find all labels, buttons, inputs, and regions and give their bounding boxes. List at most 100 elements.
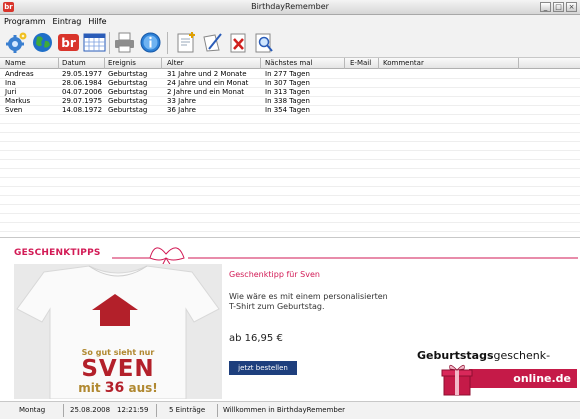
cell-datum: 29.07.1975 bbox=[62, 97, 103, 105]
list-gridline bbox=[0, 213, 580, 214]
gift-price: ab 16,95 € bbox=[229, 333, 283, 344]
new-entry-icon[interactable] bbox=[175, 31, 198, 54]
list-gridline bbox=[0, 204, 580, 205]
cell-ereignis: Geburtstag bbox=[108, 79, 148, 87]
list-gridline bbox=[0, 114, 580, 115]
list-gridline bbox=[0, 168, 580, 169]
column-header-kommentar[interactable]: Kommentar bbox=[383, 59, 424, 67]
menu-programm[interactable]: Programm bbox=[0, 15, 49, 28]
cell-alter: 2 Jahre und ein Monat bbox=[167, 88, 244, 96]
list-gridline bbox=[0, 222, 580, 223]
table-row[interactable]: Sven 14.08.1972 Geburtstag 36 Jahre In 3… bbox=[0, 106, 580, 114]
list-gridline bbox=[0, 177, 580, 178]
cell-naechstes-mal: In 338 Tagen bbox=[265, 97, 310, 105]
table-row[interactable]: Ina 28.06.1984 Geburtstag 24 Jahre und e… bbox=[0, 79, 580, 87]
status-bar: Montag 25.08.2008 12:21:59 5 Einträge Wi… bbox=[0, 401, 580, 419]
column-header-datum[interactable]: Datum bbox=[62, 59, 86, 67]
cell-alter: 24 Jahre und ein Monat bbox=[167, 79, 249, 87]
cell-name: Sven bbox=[5, 106, 23, 114]
edit-entry-icon[interactable] bbox=[201, 31, 224, 54]
gift-box-icon bbox=[441, 364, 473, 396]
search-icon[interactable] bbox=[253, 31, 276, 54]
cell-datum: 28.06.1984 bbox=[62, 79, 103, 87]
column-header-naechstes-mal[interactable]: Nächstes mal bbox=[265, 59, 312, 67]
cell-ereignis: Geburtstag bbox=[108, 106, 148, 114]
list-gridline bbox=[0, 96, 580, 97]
shirt-print-mit: mit bbox=[78, 381, 101, 395]
cell-datum: 04.07.2006 bbox=[62, 88, 103, 96]
cell-naechstes-mal: In 307 Tagen bbox=[265, 79, 310, 87]
cell-name: Markus bbox=[5, 97, 31, 105]
close-button[interactable]: × bbox=[566, 2, 577, 12]
status-day: Montag bbox=[19, 406, 46, 414]
window-title: BirthdayRemember bbox=[251, 2, 329, 11]
calendar-icon[interactable] bbox=[83, 31, 106, 54]
info-icon[interactable] bbox=[139, 31, 162, 54]
table-row[interactable]: Juri 04.07.2006 Geburtstag 2 Jahre und e… bbox=[0, 88, 580, 96]
list-gridline bbox=[0, 150, 580, 151]
table-row[interactable]: Andreas 29.05.1977 Geburtstag 31 Jahre u… bbox=[0, 70, 580, 78]
window-controls: _ □ × bbox=[540, 2, 577, 12]
list-gridline bbox=[0, 141, 580, 142]
cell-naechstes-mal: In 313 Tagen bbox=[265, 88, 310, 96]
maximize-button[interactable]: □ bbox=[553, 2, 564, 12]
menu-hilfe[interactable]: Hilfe bbox=[84, 15, 109, 28]
shirt-print-aus: aus! bbox=[128, 381, 158, 395]
list-gridline bbox=[0, 123, 580, 124]
cell-datum: 29.05.1977 bbox=[62, 70, 103, 78]
cell-ereignis: Geburtstag bbox=[108, 88, 148, 96]
cell-name: Juri bbox=[5, 88, 17, 96]
column-header-alter[interactable]: Alter bbox=[167, 59, 184, 67]
cell-naechstes-mal: In 354 Tagen bbox=[265, 106, 310, 114]
gift-ad-panel: GESCHENKTIPPS So gut sieht nur SVEN mit … bbox=[0, 238, 580, 401]
column-header-email[interactable]: E-Mail bbox=[350, 59, 371, 67]
shop-logo-domain[interactable]: online.de bbox=[469, 369, 577, 388]
list-gridline bbox=[0, 132, 580, 133]
svg-text:br: br bbox=[61, 36, 76, 50]
gift-tip-title: Geschenktipp für Sven bbox=[229, 270, 320, 279]
shirt-print-line3: mit 36 aus! bbox=[64, 380, 172, 396]
title-bar: br BirthdayRemember _ □ × bbox=[0, 0, 580, 15]
list-gridline bbox=[0, 78, 580, 79]
list-header: Name Datum Ereignis Alter Nächstes mal E… bbox=[0, 58, 580, 69]
list-gridline bbox=[0, 105, 580, 106]
toolbar-separator bbox=[167, 32, 168, 54]
shirt-print-age: 36 bbox=[104, 380, 125, 396]
cell-name: Ina bbox=[5, 79, 16, 87]
br-logo-icon[interactable]: br bbox=[57, 31, 80, 54]
status-message: Willkommen in BirthdayRemember bbox=[223, 406, 346, 414]
shirt-print-name: SVEN bbox=[81, 356, 155, 382]
shop-logo-normal: geschenk- bbox=[493, 349, 551, 362]
status-date: 25.08.2008 bbox=[70, 406, 111, 414]
gift-tip-text: Wie wäre es mit einem personalisierten T… bbox=[229, 292, 388, 311]
column-header-name[interactable]: Name bbox=[5, 59, 26, 67]
cell-alter: 33 Jahre bbox=[167, 97, 196, 105]
list-gridline bbox=[0, 186, 580, 187]
menu-eintrag[interactable]: Eintrag bbox=[49, 15, 85, 28]
cell-alter: 31 Jahre und 2 Monate bbox=[167, 70, 247, 78]
globe-icon[interactable] bbox=[31, 31, 54, 54]
cell-datum: 14.08.1972 bbox=[62, 106, 103, 114]
cell-name: Andreas bbox=[5, 70, 34, 78]
status-time: 12:21:59 bbox=[117, 406, 149, 414]
settings-icon[interactable] bbox=[5, 31, 28, 54]
printer-icon[interactable] bbox=[113, 31, 136, 54]
column-header-ereignis[interactable]: Ereignis bbox=[108, 59, 136, 67]
order-now-button[interactable]: jetzt bestellen bbox=[229, 361, 297, 375]
cell-ereignis: Geburtstag bbox=[108, 97, 148, 105]
birthday-list[interactable]: Name Datum Ereignis Alter Nächstes mal E… bbox=[0, 58, 580, 238]
cell-ereignis: Geburtstag bbox=[108, 70, 148, 78]
list-gridline bbox=[0, 231, 580, 232]
toolbar: br bbox=[0, 28, 580, 58]
table-row[interactable]: Markus 29.07.1975 Geburtstag 33 Jahre In… bbox=[0, 97, 580, 105]
minimize-button[interactable]: _ bbox=[540, 2, 551, 12]
delete-entry-icon[interactable] bbox=[227, 31, 250, 54]
toolbar-separator bbox=[109, 32, 110, 54]
cell-naechstes-mal: In 277 Tagen bbox=[265, 70, 310, 78]
shop-logo-text[interactable]: Geburtstagsgeschenk- bbox=[417, 349, 550, 362]
status-entry-count: 5 Einträge bbox=[169, 406, 206, 414]
list-gridline bbox=[0, 159, 580, 160]
list-gridline bbox=[0, 195, 580, 196]
menu-bar: Programm Eintrag Hilfe bbox=[0, 15, 580, 28]
cell-alter: 36 Jahre bbox=[167, 106, 196, 114]
